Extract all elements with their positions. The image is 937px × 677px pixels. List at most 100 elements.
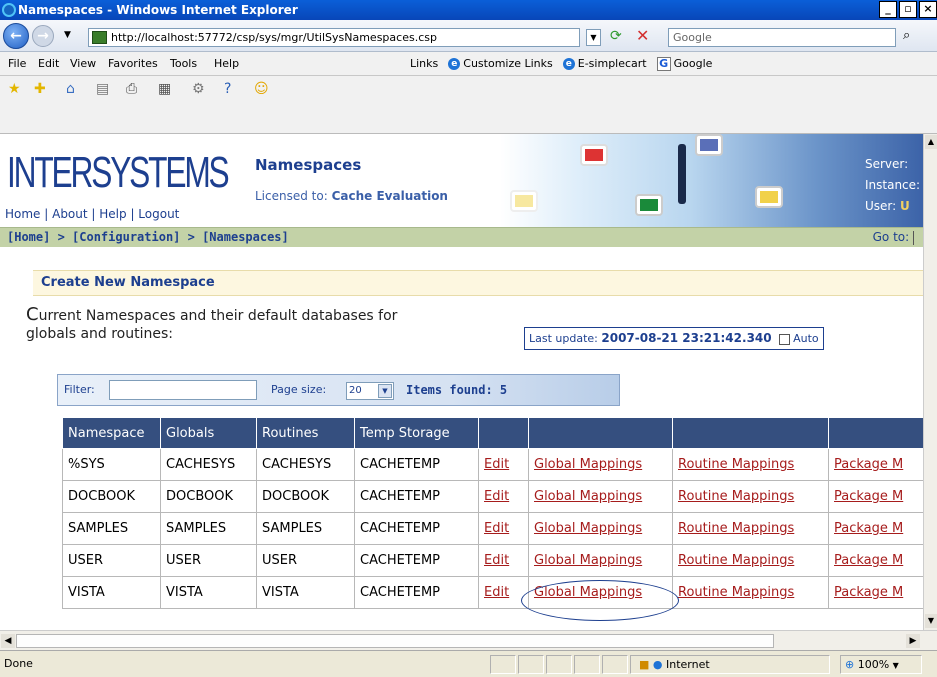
maximize-button[interactable]: ▫	[899, 1, 917, 18]
cell-globals: DOCBOOK	[160, 480, 257, 513]
monitor-icon	[580, 144, 608, 166]
col-routine-mappings	[672, 417, 829, 449]
history-dropdown-icon[interactable]: ▼	[64, 30, 71, 40]
cell-namespace: USER	[62, 544, 161, 577]
smiley-icon[interactable]: ☺	[254, 81, 269, 97]
col-package-mappings	[828, 417, 929, 449]
col-temp-storage[interactable]: Temp Storage	[354, 417, 479, 449]
link-e-simplecart[interactable]: e E-simplecart	[562, 52, 647, 76]
stop-icon[interactable]: ✕	[636, 26, 649, 45]
scroll-up-icon[interactable]: ▲	[925, 135, 937, 149]
table-row: VISTA VISTA VISTA CACHETEMP Edit Global Mappi…	[62, 576, 929, 609]
link-help[interactable]: Help	[99, 207, 126, 221]
goto-select[interactable]	[913, 230, 917, 245]
table-row: DOCBOOK DOCBOOK DOCBOOK CACHETEMP Edit Global…	[62, 480, 929, 513]
auto-checkbox[interactable]	[779, 333, 791, 345]
table-row: SAMPLES SAMPLES SAMPLES CACHETEMP Edit Global…	[62, 512, 929, 545]
menu-favorites[interactable]: Favorites	[108, 52, 158, 76]
horizontal-scroll-thumb[interactable]	[16, 634, 774, 648]
col-globals[interactable]: Globals	[160, 417, 257, 449]
search-input[interactable]: Google	[668, 28, 896, 47]
page-menu-icon[interactable]: ▦	[158, 81, 171, 97]
routine-mappings-link[interactable]: Routine Mappings	[672, 480, 829, 513]
print-icon[interactable]: ⎙	[126, 81, 137, 97]
vertical-scrollbar[interactable]: ▲ ▼	[923, 134, 937, 630]
page-size-select[interactable]: 20 ▼	[346, 382, 394, 400]
back-button[interactable]: ←	[3, 23, 29, 49]
tools-gear-icon[interactable]: ⚙	[192, 81, 205, 97]
search-icon[interactable]: ⌕	[903, 28, 910, 43]
intersystems-logo: INTERSYSTEMS	[7, 148, 230, 197]
routine-mappings-link[interactable]: Routine Mappings	[672, 576, 829, 609]
menu-bar: File Edit View Favorites Tools Help Link…	[0, 52, 937, 76]
scroll-right-icon[interactable]: ▶	[906, 634, 920, 648]
global-mappings-link[interactable]: Global Mappings	[528, 512, 673, 545]
global-mappings-link[interactable]: Global Mappings	[528, 480, 673, 513]
global-mappings-link[interactable]: Global Mappings	[528, 448, 673, 481]
cell-temp-storage: CACHETEMP	[354, 512, 479, 545]
cell-globals: SAMPLES	[160, 512, 257, 545]
ie-icon: e	[562, 58, 575, 70]
menu-help[interactable]: Help	[214, 52, 239, 76]
favorites-star-icon[interactable]: ★	[8, 81, 21, 97]
routine-mappings-link[interactable]: Routine Mappings	[672, 544, 829, 577]
package-mappings-link[interactable]: Package M	[828, 448, 929, 481]
link-home[interactable]: Home	[5, 207, 40, 221]
link-google[interactable]: G Google	[656, 52, 712, 76]
breadcrumb-text[interactable]: [Home] > [Configuration] > [Namespaces]	[7, 230, 289, 244]
edit-link[interactable]: Edit	[478, 448, 529, 481]
page-title: Namespaces	[255, 156, 362, 174]
page-header: INTERSYSTEMS Home | About | Help | Logou…	[0, 134, 923, 227]
link-logout[interactable]: Logout	[138, 207, 179, 221]
zoom-control[interactable]: ⊕ 100% ▼	[840, 655, 922, 674]
scroll-down-icon[interactable]: ▼	[925, 614, 937, 628]
table-header-row: Namespace Globals Routines Temp Storage	[62, 417, 929, 449]
menu-edit[interactable]: Edit	[38, 52, 59, 76]
cell-namespace: DOCBOOK	[62, 480, 161, 513]
horizontal-scrollbar[interactable]: ◀ ▶	[0, 630, 937, 650]
forward-button[interactable]: →	[32, 25, 54, 47]
add-favorites-icon[interactable]: ✚	[34, 81, 46, 97]
help-icon[interactable]: ?	[224, 81, 231, 97]
zoom-icon: ⊕	[845, 658, 855, 671]
monitor-icon	[755, 186, 783, 208]
create-namespace-link[interactable]: Create New Namespace	[33, 270, 923, 296]
edit-link[interactable]: Edit	[478, 512, 529, 545]
routine-mappings-link[interactable]: Routine Mappings	[672, 512, 829, 545]
global-mappings-link[interactable]: Global Mappings	[528, 544, 673, 577]
address-field[interactable]: http://localhost:57772/csp/sys/mgr/UtilS…	[88, 28, 580, 47]
link-customize[interactable]: e Customize Links	[448, 52, 553, 76]
col-namespace[interactable]: Namespace	[62, 417, 161, 449]
package-mappings-link[interactable]: Package M	[828, 576, 929, 609]
link-about[interactable]: About	[52, 207, 87, 221]
last-update-value: 2007-08-21 23:21:42.340	[601, 331, 772, 345]
ie-logo-icon	[2, 3, 16, 17]
edit-link[interactable]: Edit	[478, 544, 529, 577]
cell-routines: USER	[256, 544, 355, 577]
window-title: Namespaces - Windows Internet Explorer	[18, 3, 298, 17]
close-window-button[interactable]: ×	[919, 1, 937, 18]
package-mappings-link[interactable]: Package M	[828, 544, 929, 577]
user-label: User: U	[865, 199, 910, 213]
minimize-button[interactable]: _	[879, 1, 897, 18]
routine-mappings-link[interactable]: Routine Mappings	[672, 448, 829, 481]
menu-file[interactable]: File	[8, 52, 26, 76]
home-icon[interactable]: ⌂	[66, 81, 75, 97]
menu-tools[interactable]: Tools	[170, 52, 197, 76]
package-mappings-link[interactable]: Package M	[828, 512, 929, 545]
auto-label: Auto	[793, 332, 819, 345]
package-mappings-link[interactable]: Package M	[828, 480, 929, 513]
scroll-left-icon[interactable]: ◀	[1, 634, 15, 648]
menu-view[interactable]: View	[70, 52, 96, 76]
filter-input[interactable]	[109, 380, 257, 400]
namespaces-table: Namespace Globals Routines Temp Storage …	[62, 417, 929, 609]
col-routines[interactable]: Routines	[256, 417, 355, 449]
cell-namespace: %SYS	[62, 448, 161, 481]
cell-namespace: VISTA	[62, 576, 161, 609]
feeds-icon[interactable]: ▤	[96, 81, 109, 97]
edit-link[interactable]: Edit	[478, 480, 529, 513]
lock-icon: ■	[639, 658, 650, 671]
refresh-icon[interactable]: ⟳	[610, 28, 622, 44]
table-row: %SYS CACHESYS CACHESYS CACHETEMP Edit Global …	[62, 448, 929, 481]
address-dropdown-icon[interactable]: ▼	[586, 29, 601, 46]
